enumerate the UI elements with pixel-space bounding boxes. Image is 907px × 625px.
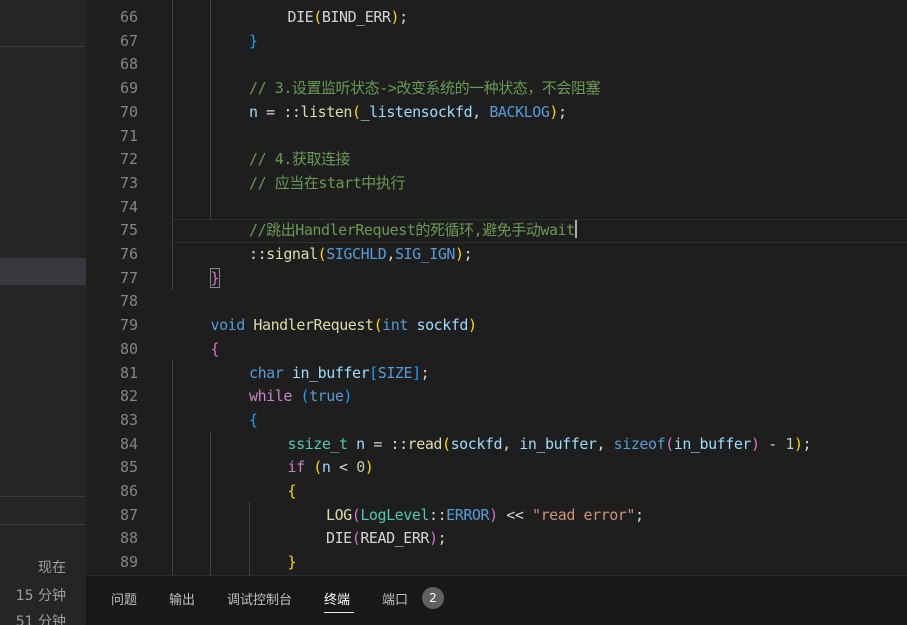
line-number: 75 — [119, 221, 138, 240]
code-line[interactable]: 69 // 3.设置监听状态->改变系统的一种状态，不会阻塞 — [86, 76, 907, 100]
code-line[interactable]: 81 char in_buffer[SIZE]; — [86, 361, 907, 385]
code-line[interactable]: 79 void HandlerRequest(int sockfd) — [86, 313, 907, 337]
code-text: } — [249, 31, 258, 50]
code-line[interactable]: 71 — [86, 124, 907, 148]
code-text: ::signal(SIGCHLD,SIG_IGN); — [249, 245, 473, 263]
sidebar-divider — [0, 46, 86, 47]
tab-ports[interactable]: 端口 — [382, 589, 408, 608]
line-number: 87 — [119, 505, 138, 524]
code-line[interactable]: 88 DIE(READ_ERR); — [86, 526, 907, 550]
line-number: 69 — [119, 79, 138, 98]
sidebar-divider — [0, 496, 86, 497]
tab-debug-console[interactable]: 调试控制台 — [227, 589, 292, 608]
code-line[interactable]: 82 while (true) — [86, 384, 907, 408]
line-number: 66 — [119, 8, 138, 26]
line-number: 83 — [119, 410, 138, 429]
line-number: 70 — [119, 102, 138, 121]
line-number: 78 — [119, 292, 138, 311]
code-line[interactable]: 66 DIE(BIND_ERR); — [86, 5, 907, 29]
code-text: // 3.设置监听状态->改变系统的一种状态，不会阻塞 — [249, 79, 601, 98]
code-line[interactable]: 77} — [86, 266, 907, 290]
code-line[interactable]: 84 ssize_t n = ::read(sockfd, in_buffer, … — [86, 432, 907, 456]
code-line[interactable]: 70 n = ::listen(_listensockfd, BACKLOG); — [86, 100, 907, 124]
active-tab-indicator — [324, 612, 354, 613]
timeline-time-15min: 15 分钟 — [15, 588, 66, 604]
line-number: 89 — [119, 553, 138, 572]
line-number: 67 — [119, 31, 138, 50]
line-number: 72 — [119, 150, 138, 169]
code-text: // 应当在start中执行 — [249, 173, 405, 192]
code-line[interactable]: 75 //跳出HandlerRequest的死循环,避免手动wait — [86, 218, 907, 242]
code-line[interactable]: 85 if (n < 0) — [86, 455, 907, 479]
code-text: DIE(READ_ERR); — [326, 529, 447, 548]
sidebar-divider — [0, 524, 86, 525]
line-number: 77 — [119, 268, 138, 287]
code-line[interactable]: 80 { — [86, 337, 907, 361]
code-line[interactable]: 67} — [86, 29, 907, 53]
code-text: while (true) — [249, 387, 353, 406]
code-text: DIE(BIND_ERR); — [287, 8, 409, 26]
line-number: 80 — [119, 339, 138, 358]
ports-count-badge: 2 — [422, 587, 444, 609]
bottom-panel: 问题 输出 调试控制台 终端 端口 2 — [86, 575, 907, 625]
line-number: 81 — [119, 363, 138, 382]
code-text: } — [287, 553, 297, 572]
code-line[interactable]: 76::signal(SIGCHLD,SIG_IGN); — [86, 242, 907, 266]
tab-problems[interactable]: 问题 — [111, 589, 137, 608]
code-text: { — [210, 339, 220, 358]
code-text: if (n < 0) — [287, 458, 374, 477]
code-text: LOG(LogLevel::ERROR) << "read error"; — [326, 505, 644, 524]
line-number: 68 — [119, 55, 138, 74]
explorer-sidebar: 现在 15 分钟 51 分钟 — [0, 0, 86, 625]
code-line[interactable]: 86 { — [86, 479, 907, 503]
line-number: 73 — [119, 173, 138, 192]
code-line[interactable]: 72 // 4.获取连接 — [86, 147, 907, 171]
timeline-time-51min: 51 分钟 — [15, 614, 66, 625]
code-editor[interactable]: 66 DIE(BIND_ERR); 67} 68 69 // 3.设置监听状态->改变系统… — [86, 0, 907, 575]
code-line[interactable]: 89} — [86, 550, 907, 574]
sidebar-selected-item[interactable] — [0, 258, 86, 285]
line-number: 76 — [119, 245, 138, 263]
line-number: 88 — [119, 529, 138, 548]
tab-terminal[interactable]: 终端 — [324, 589, 350, 608]
line-number: 79 — [119, 316, 138, 335]
code-line[interactable]: 87 LOG(LogLevel::ERROR) << "read error"; — [86, 503, 907, 527]
code-text: //跳出HandlerRequest的死循环,避免手动wait — [249, 220, 577, 240]
code-text: // 4.获取连接 — [249, 150, 351, 169]
code-text: { — [287, 482, 297, 500]
code-text: { — [249, 410, 258, 429]
code-text: char in_buffer[SIZE]; — [249, 363, 430, 382]
code-text: ssize_t n = ::read(sockfd, in_buffer, si… — [287, 434, 812, 453]
line-number: 85 — [119, 458, 138, 477]
code-line[interactable]: 74 — [86, 195, 907, 219]
code-line[interactable]: 73 // 应当在start中执行 — [86, 171, 907, 195]
text-cursor — [574, 220, 577, 239]
code-text: n = ::listen(_listensockfd, BACKLOG); — [249, 102, 567, 121]
code-line[interactable]: 83 { — [86, 408, 907, 432]
line-number: 71 — [119, 126, 138, 145]
timeline-time-now: 现在 — [38, 560, 66, 576]
line-number: 82 — [119, 387, 138, 406]
code-text: } — [209, 267, 221, 288]
line-number: 84 — [119, 434, 138, 453]
code-text: void HandlerRequest(int sockfd) — [210, 316, 478, 335]
line-number: 86 — [119, 482, 138, 500]
line-number: 74 — [119, 197, 138, 216]
tab-output[interactable]: 输出 — [169, 589, 195, 608]
code-line[interactable]: 78 — [86, 289, 907, 313]
code-line[interactable]: 68 — [86, 52, 907, 76]
